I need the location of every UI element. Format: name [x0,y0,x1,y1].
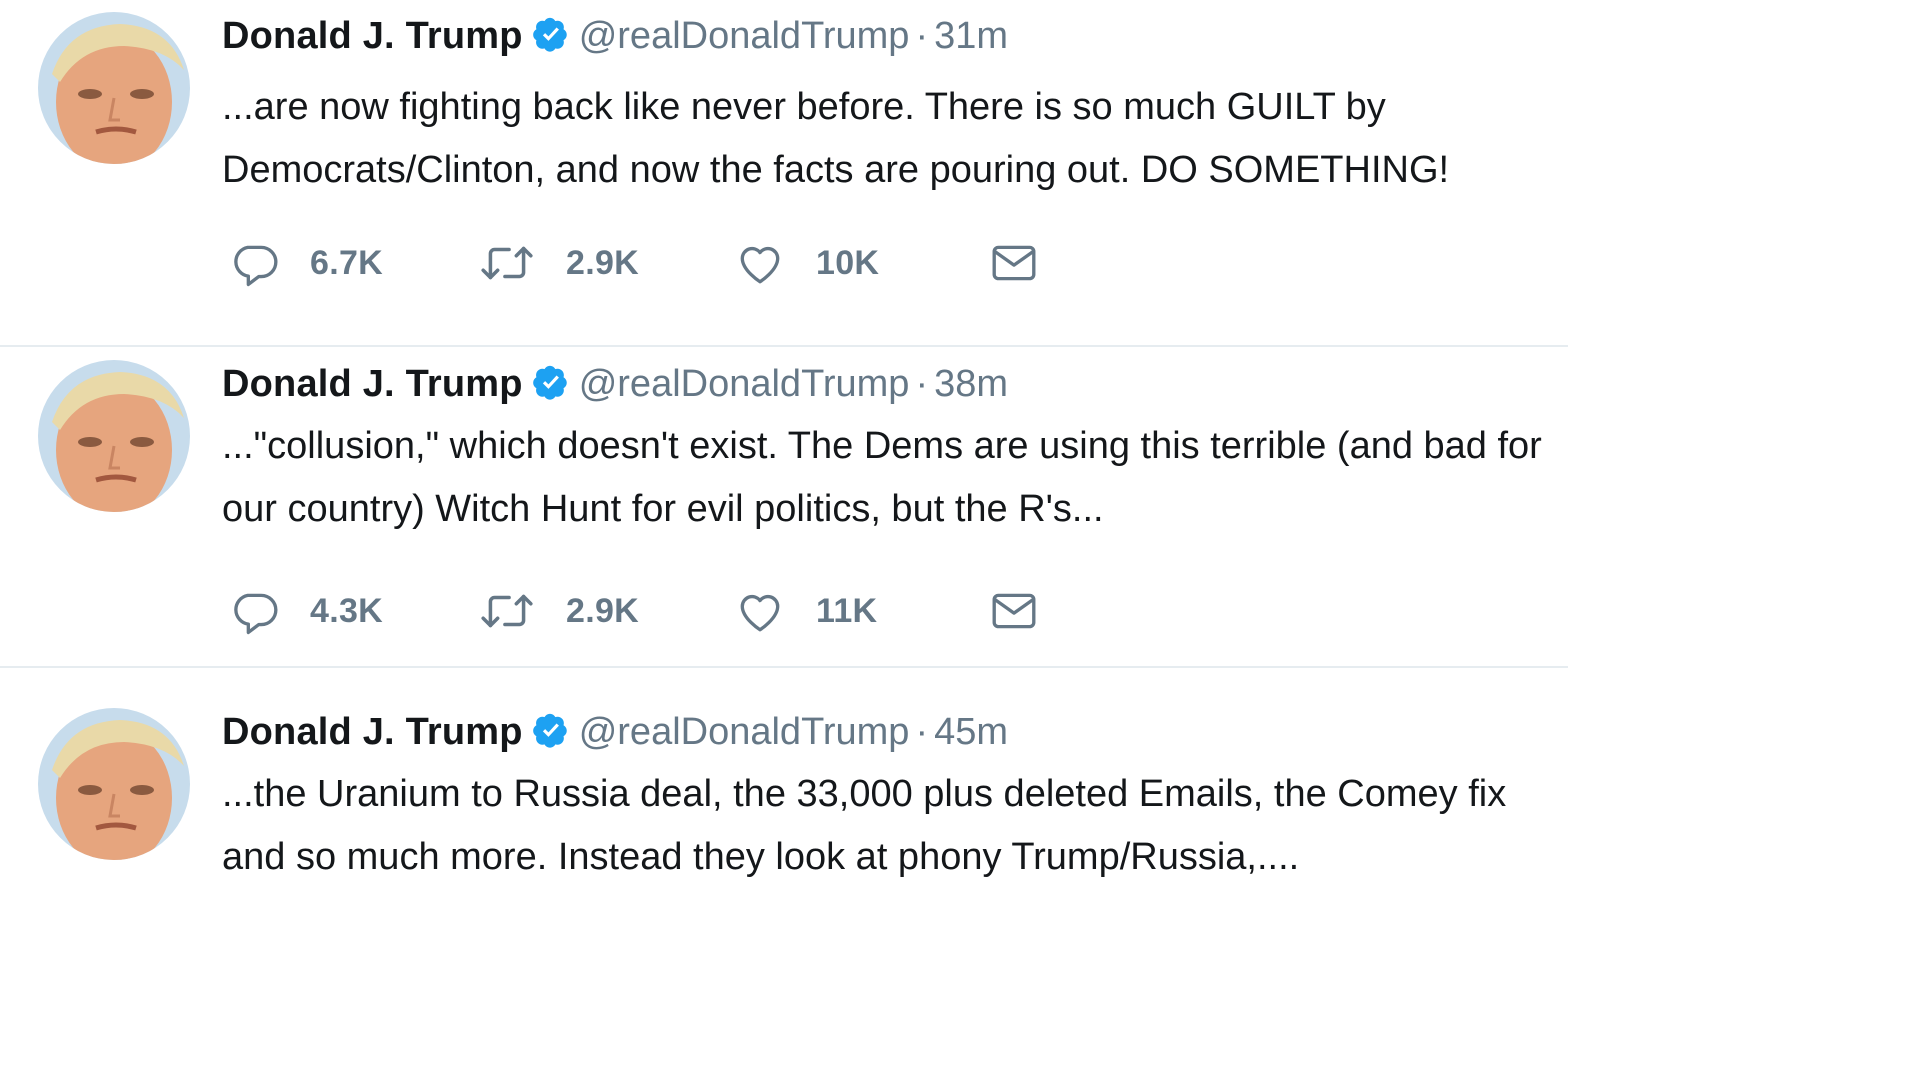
heart-icon [734,238,786,288]
timestamp[interactable]: 45m [934,711,1008,753]
retweet-icon [478,238,536,288]
like-button[interactable]: 11K [734,581,877,641]
heart-icon [734,586,786,636]
mail-icon [988,586,1040,636]
verified-badge-icon [532,712,569,758]
tweet-text: ...the Uranium to Russia deal, the 33,00… [222,763,1506,889]
retweet-count: 2.9K [566,591,640,630]
reply-count: 6.7K [310,243,384,282]
reply-icon [230,238,280,288]
verified-badge-icon [532,364,569,410]
retweet-button[interactable]: 2.9K [478,233,639,293]
direct-message-button[interactable] [988,233,1040,293]
tweet-text-line: Democrats/Clinton, and now the facts are… [222,149,1450,191]
like-count: 10K [816,243,880,282]
like-count: 11K [816,591,878,630]
tweet-actions: 6.7K 2.9K 10K [222,233,1122,293]
display-name[interactable]: Donald J. Trump [222,363,523,405]
retweet-count: 2.9K [566,243,640,282]
handle[interactable]: @realDonaldTrump [579,711,910,753]
separator-dot: · [915,15,929,57]
separator-dot: · [915,363,929,405]
mail-icon [988,238,1040,288]
reply-button[interactable]: 6.7K [230,233,383,293]
avatar[interactable] [38,360,190,512]
avatar[interactable] [38,708,190,860]
separator-dot: · [915,711,929,753]
display-name[interactable]: Donald J. Trump [222,15,523,57]
tweet-actions: 4.3K 2.9K 11K [222,581,1122,641]
like-button[interactable]: 10K [734,233,879,293]
timestamp[interactable]: 38m [934,363,1008,405]
tweet[interactable]: Donald J. Trump @realDonaldTrump · 45m ...t… [0,669,1568,882]
retweet-icon [478,586,536,636]
tweet-text: ...are now fighting back like never befo… [222,76,1449,202]
verified-badge-icon [532,16,569,62]
tweet-text: ..."collusion," which doesn't exist. The… [222,415,1542,541]
reply-icon [230,586,280,636]
direct-message-button[interactable] [988,581,1040,641]
tweet-text-line: ...the Uranium to Russia deal, the 33,00… [222,773,1507,815]
tweet-text-line: ..."collusion," which doesn't exist. The… [222,425,1542,467]
handle[interactable]: @realDonaldTrump [579,15,910,57]
tweet-header: Donald J. Trump @realDonaldTrump · 38m [222,362,1008,406]
retweet-button[interactable]: 2.9K [478,581,639,641]
handle[interactable]: @realDonaldTrump [579,363,910,405]
tweet-text-line: and so much more. Instead they look at p… [222,836,1300,878]
tweet[interactable]: Donald J. Trump @realDonaldTrump · 31m ...a… [0,0,1568,347]
tweet-header: Donald J. Trump @realDonaldTrump · 31m [222,14,1008,58]
tweet-header: Donald J. Trump @realDonaldTrump · 45m [222,710,1008,754]
reply-button[interactable]: 4.3K [230,581,383,641]
tweet-text-line: our country) Witch Hunt for evil politic… [222,488,1104,530]
timestamp[interactable]: 31m [934,15,1008,57]
timeline: Donald J. Trump @realDonaldTrump · 31m ...a… [0,0,1568,882]
tweet[interactable]: Donald J. Trump @realDonaldTrump · 38m ..."… [0,321,1568,668]
avatar[interactable] [38,12,190,164]
tweet-text-line: ...are now fighting back like never befo… [222,86,1386,128]
reply-count: 4.3K [310,591,384,630]
display-name[interactable]: Donald J. Trump [222,711,523,753]
